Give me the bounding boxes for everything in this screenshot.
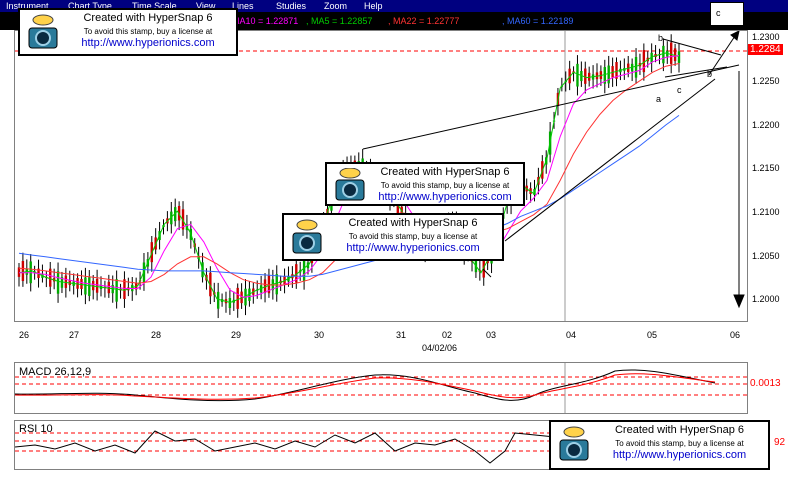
camera-icon [559,426,589,461]
y-tick-7: 1.2000 [752,294,780,304]
pattern-label-b-right: b [707,69,712,79]
hypersnap-stamp-1: Created with HyperSnap 6 To avoid this s… [18,8,238,56]
macd-value-tag: 0.0013 [750,378,781,389]
menu-zoom[interactable]: Zoom [324,0,347,12]
x-tick-04: 04 [566,330,577,340]
y-tick-3: 1.2200 [752,120,780,130]
rsi-line [15,430,556,464]
candle-body [95,278,99,293]
x-tick-31: 31 [396,330,407,340]
y-tick-6: 1.2050 [752,251,780,261]
candle-body [669,42,673,64]
date-caption: 04/02/06 [422,343,458,353]
x-tick-03: 03 [486,330,497,340]
candle-body [64,275,68,288]
hypersnap-stamp-3: Created with HyperSnap 6 To avoid this s… [282,213,504,261]
candle-body [275,274,278,295]
camera-icon [335,168,365,201]
x-tick-02: 02 [442,330,453,340]
candle-body [115,279,118,302]
x-tick-27: 27 [69,330,80,340]
legend-ma22: , MA22 = 1.22777 [388,16,460,26]
rsi-label: RSI 10 [19,423,53,435]
x-tick-05: 05 [647,330,658,340]
legend-ma5: , MA5 = 1.22857 [306,16,373,26]
price-axis: 1.2300 1.2250 1.2200 1.2150 1.2100 1.205… [748,30,788,322]
candle-body [642,50,646,73]
y-tick-1: 1.2300 [752,32,780,42]
candle-body [576,63,579,87]
candle-body [677,51,681,63]
x-tick-28: 28 [151,330,162,340]
candle-body [21,261,25,282]
pattern-label-a-top-text: a [677,17,683,27]
menu-help[interactable]: Help [364,0,383,12]
legend-ma10: MA10 = 1.22871 [232,16,299,26]
pattern-label-c-box: c [710,2,744,26]
legend-ma60: , MA60 = 1.22189 [502,16,574,26]
pattern-label-a-bottom: a [656,94,661,104]
candle-body [88,277,91,296]
macd-panel[interactable]: MACD 26,12,9 [14,362,748,414]
date-axis: 26 27 28 29 30 31 02 03 04 05 06 04/02/0… [14,322,748,360]
macd-chart [15,363,747,413]
candle-body [662,45,665,64]
menu-studies[interactable]: Studies [276,0,306,12]
pattern-label-b-top: b [658,33,663,43]
y-tick-2: 1.2250 [752,76,780,86]
x-tick-29: 29 [231,330,242,340]
x-tick-26: 26 [19,330,30,340]
pattern-label-c-bottom: c [677,85,682,95]
y-tick-5: 1.2100 [752,207,780,217]
hypersnap-stamp-4: Created with HyperSnap 6 To avoid this s… [549,420,770,470]
macd-label: MACD 26,12,9 [19,366,92,378]
channel-lower [664,66,728,78]
candle-body [216,291,220,309]
rsi-value-tag: 92 [774,437,786,448]
candle-body [607,65,610,84]
projection-arrow-icon [730,31,740,41]
x-tick-30: 30 [314,330,325,340]
macd-line [15,369,716,402]
current-price-tag: 1.2284 [748,44,783,55]
hypersnap-stamp-2: Created with HyperSnap 6 To avoid this s… [325,162,525,206]
camera-icon [292,219,322,254]
candle-body [236,287,239,309]
x-tick-06: 06 [730,330,741,340]
y-tick-4: 1.2150 [752,163,780,173]
candle-body [123,279,126,300]
target-arrow-icon [733,294,745,309]
camera-icon [28,14,58,49]
candle-body [228,298,232,309]
candle-body [634,56,638,78]
candle-body [107,281,111,294]
candle-body [56,271,60,294]
candle-body [84,277,87,295]
